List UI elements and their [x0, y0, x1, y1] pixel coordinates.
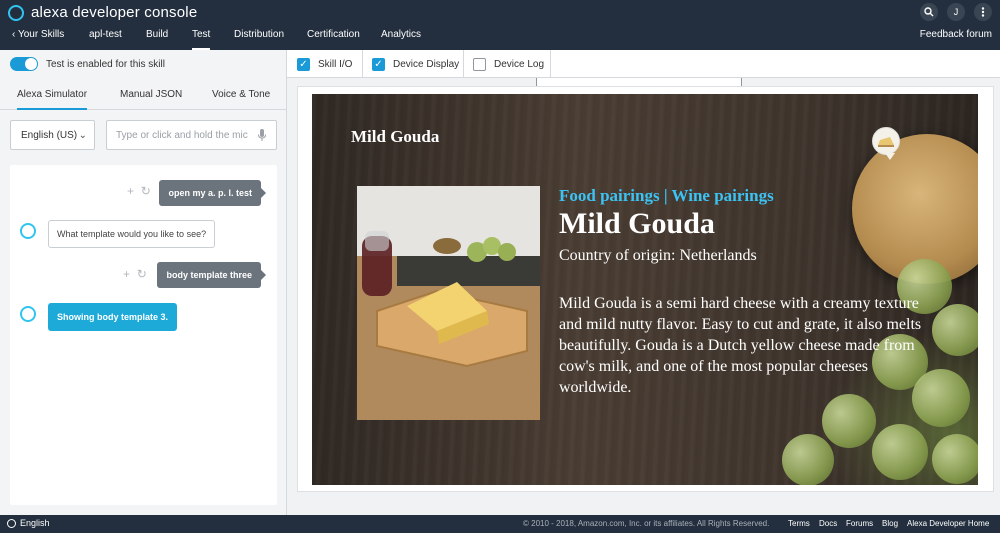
alexa-avatar-icon [20, 223, 36, 239]
grape-image [782, 434, 834, 485]
nav-your-skills[interactable]: ‹ Your Skills [12, 28, 64, 50]
skill-logo-icon [872, 127, 900, 160]
language-select-value: English (US) [21, 129, 78, 141]
feedback-forum-link[interactable]: Feedback forum [920, 28, 992, 42]
alexa-avatar-icon [20, 306, 36, 322]
message-actions: + ↻ [123, 267, 147, 281]
nav-analytics[interactable]: Analytics [381, 28, 421, 50]
screen-title: Mild Gouda [351, 127, 440, 146]
copyright-text: © 2010 - 2018, Amazon.com, Inc. or its a… [523, 519, 770, 528]
footer: English © 2010 - 2018, Amazon.com, Inc. … [0, 515, 1000, 533]
device-display-checkbox[interactable]: ✓ Device Display [372, 50, 459, 78]
divider [550, 50, 551, 78]
language-select[interactable]: English (US) ⌄ [10, 120, 95, 150]
alexa-message: Showing body template 3. [48, 303, 178, 331]
test-toggle-row: Test is enabled for this skill [10, 56, 165, 72]
nav-skill-name[interactable]: apl-test [89, 28, 122, 50]
checkmark-icon: ✓ [297, 57, 310, 71]
footer-link-docs[interactable]: Docs [819, 519, 837, 528]
tab-voice-and-tone[interactable]: Voice & Tone [212, 89, 270, 110]
device-display-label: Device Display [393, 58, 460, 70]
footer-language[interactable]: English [7, 518, 50, 528]
microphone-icon[interactable] [258, 129, 266, 141]
grape-image [822, 394, 876, 448]
secondary-text: Food pairings | Wine pairings [559, 186, 774, 205]
alexa-logo-icon [8, 4, 24, 21]
device-screen: Mild Gouda Food pairings | Wine pairings… [312, 94, 978, 485]
nav-certification[interactable]: Certification [307, 28, 360, 50]
grape-image [932, 434, 978, 484]
nav-build[interactable]: Build [146, 28, 168, 50]
footer-link-terms[interactable]: Terms [788, 519, 810, 528]
checkmark-icon: ✓ [372, 57, 385, 71]
utterance-input[interactable] [106, 120, 277, 150]
footer-language-label: English [20, 518, 50, 528]
footer-link-blog[interactable]: Blog [882, 519, 898, 528]
globe-icon [7, 518, 16, 528]
skill-io-checkbox[interactable]: ✓ Skill I/O [297, 50, 352, 78]
user-message: body template three [157, 262, 266, 288]
cheese-image [357, 186, 540, 420]
app-title: alexa developer console [31, 4, 198, 21]
test-enabled-toggle[interactable] [10, 57, 38, 71]
top-icons: J [920, 3, 992, 21]
user-message: open my a. p. l. test [159, 180, 266, 206]
skill-io-label: Skill I/O [318, 58, 353, 70]
replay-icon[interactable]: ↻ [137, 267, 147, 281]
device-log-checkbox[interactable]: Device Log [473, 50, 544, 78]
output-options-bar: ✓ Skill I/O ✓ Device Display Device Log [287, 50, 1000, 78]
add-icon[interactable]: + [127, 184, 134, 198]
test-toggle-label: Test is enabled for this skill [46, 58, 165, 70]
body-text: Mild Gouda is a semi hard cheese with a … [559, 295, 922, 396]
divider [463, 50, 464, 78]
tab-alexa-simulator[interactable]: Alexa Simulator [17, 89, 88, 110]
device-log-label: Device Log [494, 58, 545, 70]
simulator-panel: Test is enabled for this skill Alexa Sim… [0, 50, 287, 515]
replay-icon[interactable]: ↻ [141, 184, 151, 198]
nav-distribution[interactable]: Distribution [234, 28, 284, 50]
top-bar: alexa developer console J ‹ Your Skills … [0, 0, 1000, 50]
nav-test[interactable]: Test [192, 28, 211, 50]
tab-manual-json[interactable]: Manual JSON [120, 89, 182, 110]
footer-link-forums[interactable]: Forums [846, 519, 873, 528]
search-icon[interactable] [920, 3, 938, 21]
simulator-tabs: Alexa Simulator Manual JSON Voice & Tone [0, 80, 287, 110]
primary-text: Mild Gouda [559, 207, 715, 240]
toggle-knob [25, 58, 37, 70]
footer-link-developer-home[interactable]: Alexa Developer Home [907, 519, 989, 528]
user-avatar[interactable]: J [947, 3, 965, 21]
main-nav: ‹ Your Skills apl-test Build Test Distri… [0, 28, 1000, 50]
chevron-down-icon: ⌄ [78, 130, 87, 141]
grape-image [872, 424, 928, 480]
alexa-message: What template would you like to see? [48, 220, 216, 248]
tertiary-text: Country of origin: Netherlands [559, 247, 757, 264]
more-menu-icon[interactable] [974, 3, 992, 21]
brand[interactable]: alexa developer console [8, 4, 197, 21]
conversation-log: + ↻ open my a. p. l. test What template … [10, 165, 277, 505]
message-actions: + ↻ [127, 184, 151, 198]
divider [362, 50, 363, 78]
add-icon[interactable]: + [123, 267, 130, 281]
empty-checkbox-icon [473, 57, 486, 71]
